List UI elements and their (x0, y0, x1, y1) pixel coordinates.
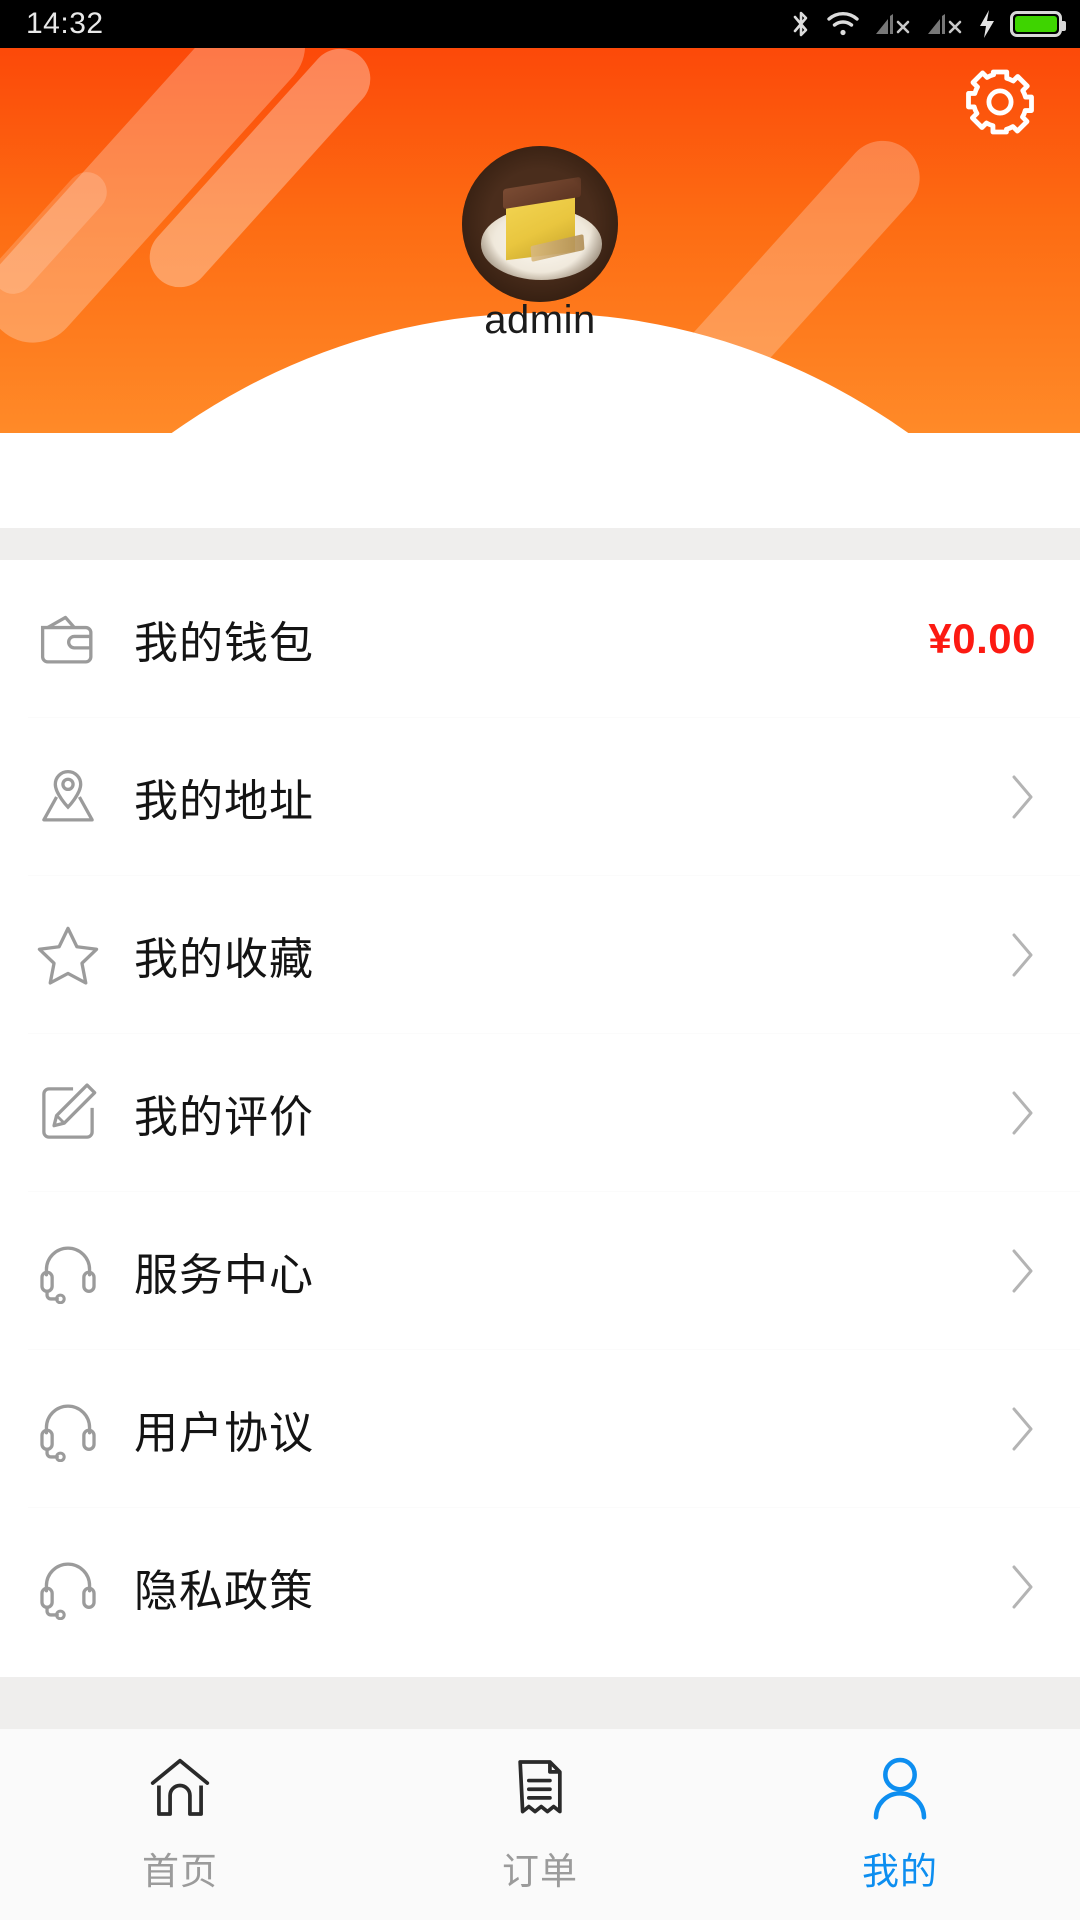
menu-item-right (1010, 1248, 1036, 1294)
menu-item-label: 用户协议 (134, 1409, 314, 1458)
app-screen: 14:32 admin 我的钱包 ¥0.00 我的地址 我的收藏 我的评价 服务… (0, 0, 1080, 1920)
menu-item-right: ¥0.00 (928, 615, 1036, 663)
person-icon (869, 1755, 931, 1821)
menu-item-right (1010, 774, 1036, 820)
settings-button[interactable] (964, 66, 1036, 138)
menu-item-reviews[interactable]: 我的评价 (0, 1034, 1080, 1192)
menu-item-label: 我的评价 (134, 1093, 314, 1142)
menu-item-service-center[interactable]: 服务中心 (0, 1192, 1080, 1350)
avatar-vignette (462, 146, 618, 302)
battery-icon (1010, 11, 1066, 37)
menu-item-favorites[interactable]: 我的收藏 (0, 876, 1080, 1034)
menu-item-right (1010, 1406, 1036, 1452)
profile-header (0, 48, 1080, 433)
menu-item-label: 隐私政策 (134, 1567, 314, 1616)
username-label: admin (484, 298, 596, 342)
chevron-right-icon (1012, 775, 1033, 819)
headset-icon (28, 1554, 108, 1620)
menu-item-label: 我的钱包 (134, 619, 314, 668)
tab-label: 我的 (862, 1851, 938, 1892)
status-icons (790, 9, 1066, 39)
chevron-right-icon (1012, 1565, 1033, 1609)
signal-1-no-sim-icon (874, 10, 912, 38)
chevron-right-icon (1012, 1407, 1033, 1451)
menu-item-right (1010, 1090, 1036, 1136)
headset-icon (28, 1238, 108, 1304)
tab-home[interactable]: 首页 (0, 1755, 360, 1895)
status-bar: 14:32 (0, 0, 1080, 48)
wifi-icon (826, 10, 860, 38)
menu-item-right (1010, 932, 1036, 978)
section-spacer-bottom (0, 1677, 1080, 1729)
chevron-right-icon (1012, 1091, 1033, 1135)
star-icon (28, 922, 108, 988)
tab-orders[interactable]: 订单 (360, 1755, 720, 1895)
menu-item-label: 我的地址 (134, 777, 314, 826)
chevron-right-icon (1012, 933, 1033, 977)
pencil-square-icon (28, 1080, 108, 1146)
tab-label: 订单 (502, 1851, 578, 1892)
menu-item-address[interactable]: 我的地址 (0, 718, 1080, 876)
menu-item-label: 我的收藏 (134, 935, 314, 984)
gear-icon (964, 66, 1036, 138)
status-time: 14:32 (26, 7, 104, 40)
headset-icon (28, 1396, 108, 1462)
wallet-balance: ¥0.00 (928, 615, 1036, 662)
map-pin-icon (28, 764, 108, 830)
menu-item-privacy-policy[interactable]: 隐私政策 (0, 1508, 1080, 1666)
bluetooth-icon (790, 9, 812, 39)
tab-mine[interactable]: 我的 (720, 1755, 1080, 1895)
profile-menu-list: 我的钱包 ¥0.00 我的地址 我的收藏 我的评价 服务中心 用户协议 隐私政策 (0, 560, 1080, 1666)
signal-2-no-sim-icon (926, 10, 964, 38)
avatar[interactable] (462, 146, 618, 302)
menu-item-user-agreement[interactable]: 用户协议 (0, 1350, 1080, 1508)
section-spacer-top (0, 528, 1080, 560)
wallet-icon (28, 606, 108, 672)
tab-label: 首页 (142, 1851, 218, 1892)
bottom-tab-bar: 首页 订单 我的 (0, 1729, 1080, 1920)
charging-bolt-icon (978, 9, 996, 39)
menu-item-wallet[interactable]: 我的钱包 ¥0.00 (0, 560, 1080, 718)
chevron-right-icon (1012, 1249, 1033, 1293)
home-icon (147, 1755, 213, 1821)
menu-item-label: 服务中心 (134, 1251, 314, 1300)
menu-item-right (1010, 1564, 1036, 1610)
receipt-icon (511, 1755, 569, 1821)
